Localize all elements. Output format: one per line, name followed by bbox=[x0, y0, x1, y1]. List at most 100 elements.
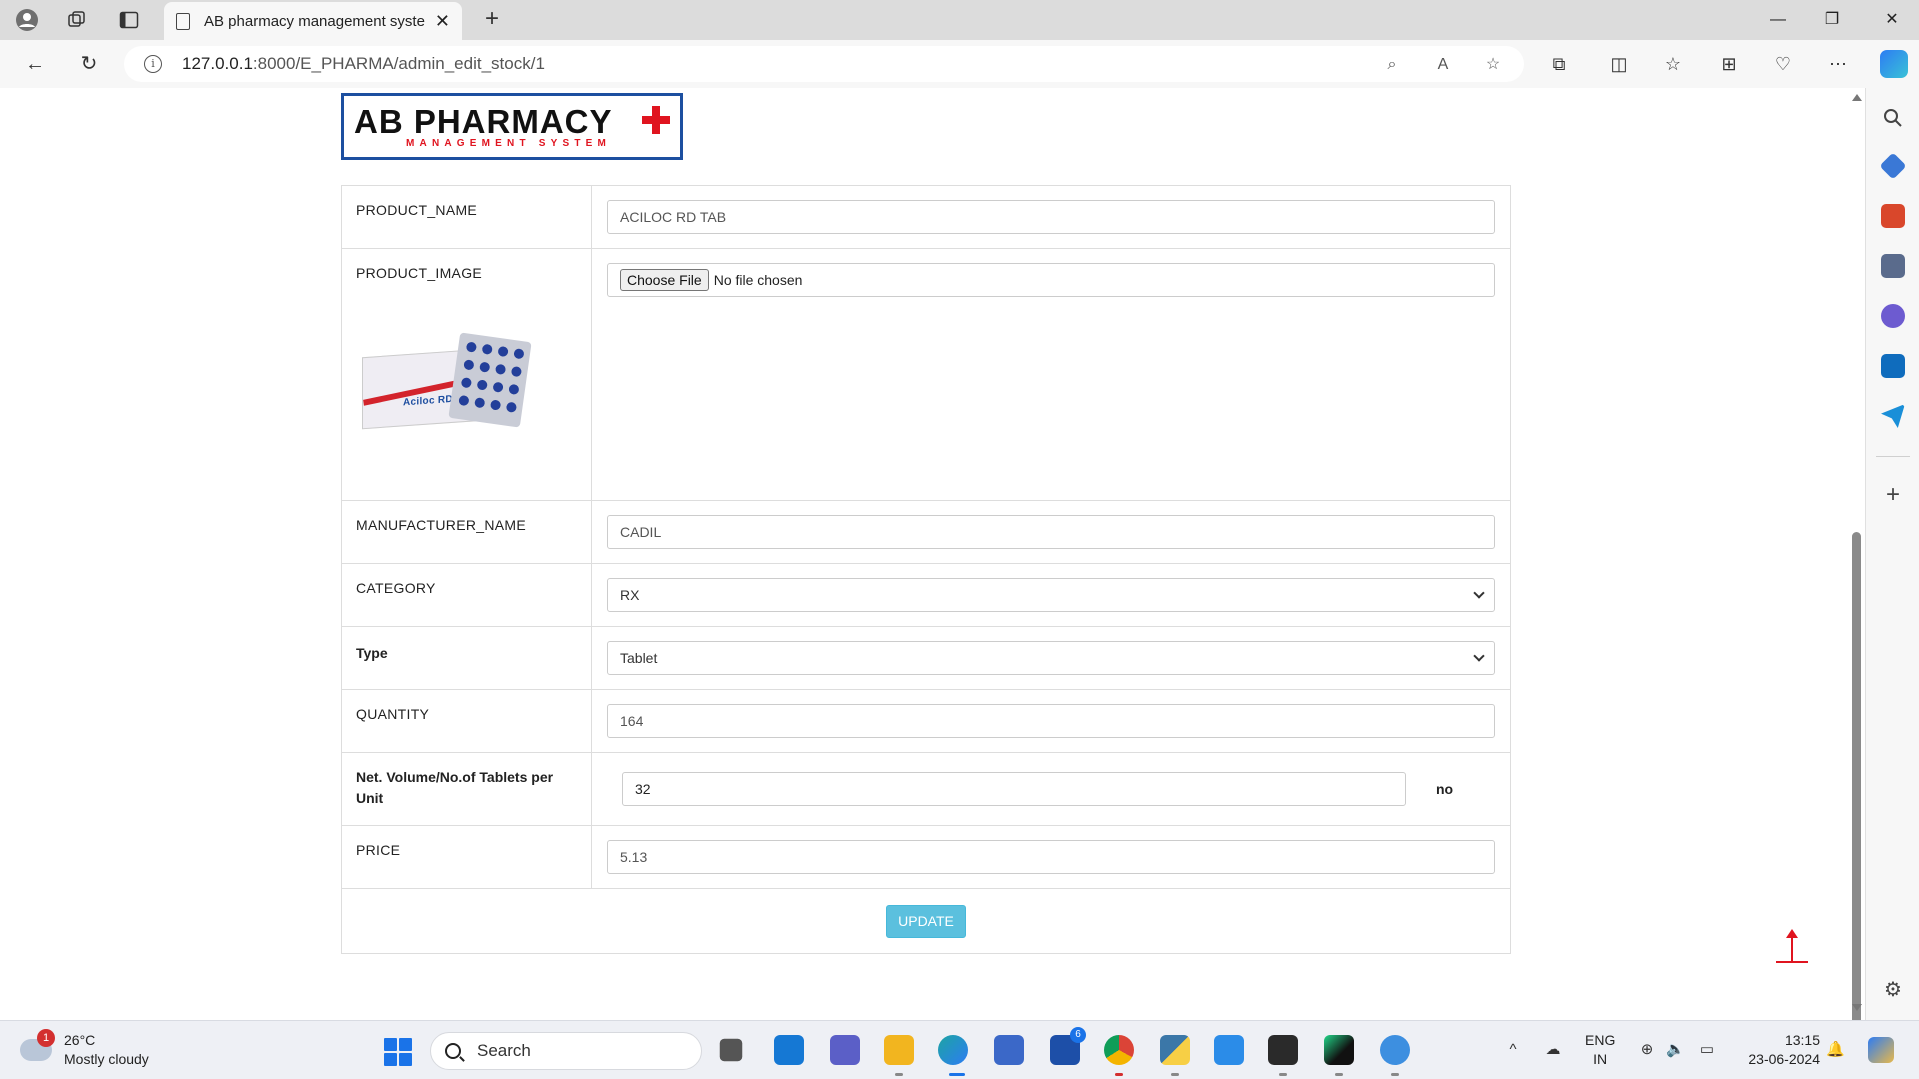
browser-toolbar: ← ↻ i 127.0.0.1:8000/E_PHARMA/admin_edit… bbox=[0, 40, 1919, 88]
scrollbar-thumb[interactable] bbox=[1852, 532, 1861, 1026]
tab-actions-icon[interactable] bbox=[114, 6, 144, 34]
windows-start-icon[interactable] bbox=[384, 1038, 412, 1066]
label-quantity: QUANTITY bbox=[342, 690, 592, 752]
split-screen-icon[interactable]: ◫ bbox=[1604, 50, 1634, 78]
label-product-name: PRODUCT_NAME bbox=[342, 186, 592, 248]
photos-icon[interactable] bbox=[1214, 1035, 1244, 1065]
browser-essentials-icon[interactable]: ♡ bbox=[1768, 50, 1798, 78]
type-selected-value: Tablet bbox=[620, 650, 658, 666]
label-price: PRICE bbox=[342, 826, 592, 888]
back-icon[interactable]: ← bbox=[20, 50, 50, 78]
weather-temperature: 26°C bbox=[64, 1032, 96, 1048]
row-submit: UPDATE bbox=[342, 889, 1510, 953]
label-manufacturer: MANUFACTURER_NAME bbox=[342, 501, 592, 563]
row-manufacturer: MANUFACTURER_NAME CADIL bbox=[342, 501, 1510, 564]
product-image-file-input[interactable]: Choose File No file chosen bbox=[607, 263, 1495, 297]
task-view-icon[interactable] bbox=[719, 1038, 743, 1062]
workspaces-icon[interactable] bbox=[62, 6, 92, 34]
l-app-icon[interactable]: 6 bbox=[1050, 1027, 1086, 1065]
copilot-taskbar-icon[interactable] bbox=[1868, 1037, 1894, 1063]
more-menu-icon[interactable]: ⋯ bbox=[1823, 50, 1853, 78]
logo-title: AB PHARMACY bbox=[354, 103, 613, 140]
battery-icon[interactable]: ▭ bbox=[1698, 1041, 1716, 1059]
teams-icon[interactable] bbox=[830, 1035, 860, 1065]
clock-date: 23-06-2024 bbox=[1748, 1051, 1820, 1067]
choose-file-button[interactable]: Choose File bbox=[620, 269, 709, 291]
notification-bell-icon[interactable]: 🔔 bbox=[1826, 1041, 1845, 1059]
weather-alert-badge: 1 bbox=[37, 1029, 55, 1047]
restore-icon[interactable]: ❐ bbox=[1812, 6, 1852, 34]
onedrive-icon[interactable]: ☁ bbox=[1544, 1041, 1562, 1059]
language-indicator[interactable]: ENG IN bbox=[1585, 1031, 1615, 1069]
send-icon[interactable] bbox=[1881, 404, 1905, 428]
windows-taskbar: 1 26°C Mostly cloudy Search 6 ^ ☁ ENG IN… bbox=[0, 1020, 1919, 1079]
medicine-box-label: Aciloc RD bbox=[403, 393, 453, 409]
chevron-down-icon bbox=[1473, 587, 1485, 599]
terminal-icon[interactable] bbox=[1268, 1035, 1298, 1065]
category-select[interactable]: RX bbox=[607, 578, 1495, 612]
tab-active[interactable]: AB pharmacy management syste ✕ bbox=[164, 2, 462, 40]
page-icon bbox=[176, 12, 190, 30]
net-volume-input[interactable]: 32 bbox=[622, 772, 1406, 806]
zoom-icon[interactable]: ⌕ bbox=[1381, 54, 1403, 76]
shopping-tag-icon[interactable] bbox=[1879, 152, 1907, 180]
read-aloud-icon[interactable]: A bbox=[1432, 54, 1454, 76]
update-button[interactable]: UPDATE bbox=[886, 904, 966, 938]
edge-browser-icon[interactable] bbox=[938, 1035, 968, 1065]
page-scrollbar[interactable] bbox=[1848, 88, 1865, 1026]
refresh-icon[interactable]: ↻ bbox=[74, 50, 104, 78]
microsoft-store-icon[interactable] bbox=[994, 1035, 1024, 1065]
taskbar-search[interactable]: Search bbox=[430, 1032, 702, 1070]
taskbar-clock[interactable]: 13:15 23-06-2024 bbox=[1738, 1031, 1820, 1069]
weather-description: Mostly cloudy bbox=[64, 1051, 149, 1067]
outlook-icon[interactable] bbox=[1881, 354, 1905, 378]
chrome-icon[interactable] bbox=[1104, 1035, 1134, 1065]
clock-time: 13:15 bbox=[1784, 1032, 1820, 1048]
minimize-icon[interactable]: — bbox=[1758, 6, 1798, 34]
pycharm-icon[interactable] bbox=[1324, 1035, 1354, 1065]
chevron-down-icon bbox=[1473, 650, 1485, 662]
row-category: CATEGORY RX bbox=[342, 564, 1510, 627]
copilot-icon[interactable] bbox=[1880, 50, 1908, 78]
arrow-app-icon[interactable] bbox=[1380, 1035, 1410, 1065]
search-icon bbox=[445, 1043, 461, 1059]
new-tab-icon[interactable]: + bbox=[478, 6, 506, 34]
volume-icon[interactable]: 🔈 bbox=[1666, 1041, 1685, 1059]
site-info-icon[interactable]: i bbox=[144, 55, 162, 73]
logo-subtitle: MANAGEMENT SYSTEM bbox=[406, 138, 612, 149]
weather-widget[interactable]: 1 26°C Mostly cloudy bbox=[20, 1029, 149, 1069]
row-price: PRICE 5.13 bbox=[342, 826, 1510, 889]
scroll-up-icon[interactable] bbox=[1852, 94, 1862, 101]
type-select[interactable]: Tablet bbox=[607, 641, 1495, 675]
extensions-icon[interactable]: ⧉ bbox=[1544, 50, 1574, 78]
add-sidebar-app-icon[interactable]: + bbox=[1881, 483, 1905, 508]
label-type: Type bbox=[342, 627, 592, 689]
collections-icon[interactable]: ⊞ bbox=[1714, 50, 1744, 78]
sidebar-settings-gear-icon[interactable]: ⚙ bbox=[1881, 978, 1905, 1002]
row-quantity: QUANTITY 164 bbox=[342, 690, 1510, 753]
product-name-input[interactable]: ACILOC RD TAB bbox=[607, 200, 1495, 234]
sidebar-search-icon[interactable] bbox=[1881, 106, 1905, 130]
scroll-down-icon[interactable] bbox=[1852, 1004, 1862, 1011]
close-window-icon[interactable]: ✕ bbox=[1872, 6, 1912, 34]
price-input[interactable]: 5.13 bbox=[607, 840, 1495, 874]
row-product-image: PRODUCT_IMAGE Aciloc RD Choose File No f… bbox=[342, 249, 1510, 501]
file-explorer-icon[interactable] bbox=[884, 1035, 914, 1065]
quantity-input[interactable]: 164 bbox=[607, 704, 1495, 738]
show-hidden-icons-chevron-up-icon[interactable]: ^ bbox=[1504, 1041, 1522, 1059]
manufacturer-input[interactable]: CADIL bbox=[607, 515, 1495, 549]
close-tab-icon[interactable]: ✕ bbox=[435, 11, 450, 32]
cortana-icon[interactable] bbox=[774, 1035, 804, 1065]
scroll-to-top-arrow-icon[interactable] bbox=[1776, 929, 1808, 963]
network-globe-icon[interactable]: ⊕ bbox=[1638, 1041, 1656, 1059]
cloud-icon: 1 bbox=[20, 1029, 55, 1061]
favorites-icon[interactable]: ☆ bbox=[1658, 50, 1688, 78]
favorite-star-icon[interactable]: ☆ bbox=[1482, 54, 1504, 76]
python-icon[interactable] bbox=[1160, 1035, 1190, 1065]
profile-icon[interactable] bbox=[12, 6, 42, 34]
microsoft-365-icon[interactable] bbox=[1881, 304, 1905, 328]
games-icon[interactable] bbox=[1881, 254, 1905, 278]
browser-tab-bar: AB pharmacy management syste ✕ + — ❐ ✕ bbox=[0, 0, 1919, 40]
address-bar[interactable]: i 127.0.0.1:8000/E_PHARMA/admin_edit_sto… bbox=[124, 46, 1524, 82]
tools-briefcase-icon[interactable] bbox=[1881, 204, 1905, 228]
